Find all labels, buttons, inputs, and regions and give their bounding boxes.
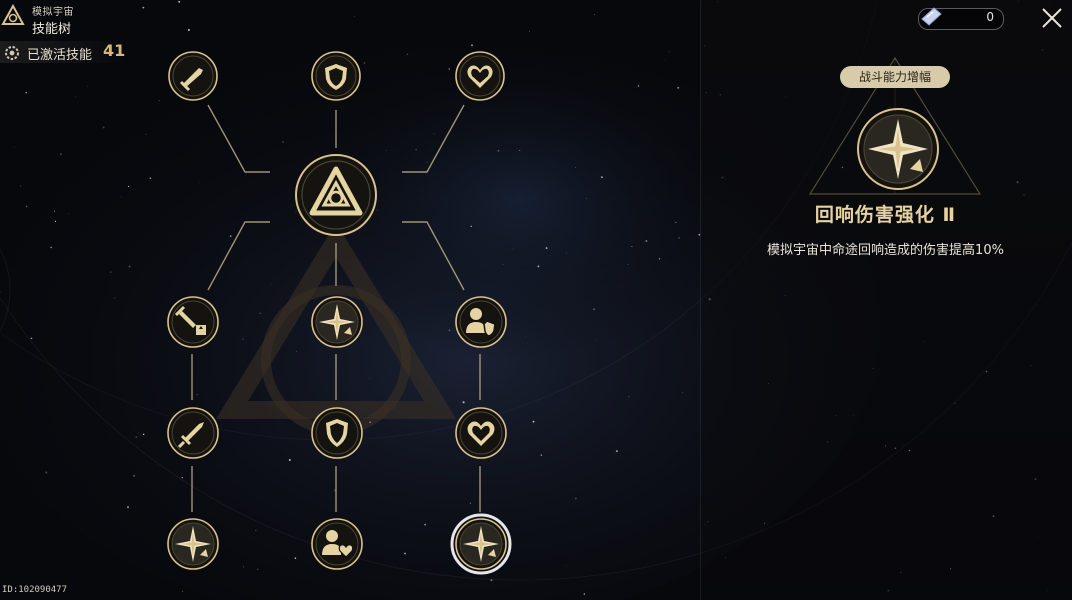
heart-icon [455, 407, 507, 459]
skill-node-person-shield-1[interactable] [454, 295, 508, 349]
page-title: 技能树 [32, 22, 72, 37]
skill-node-heart-2[interactable] [454, 406, 508, 460]
skill-node-shield-top[interactable] [310, 50, 362, 102]
user-id: ID:102090477 [2, 585, 68, 595]
shield-icon [311, 51, 361, 101]
compass-star-icon [311, 296, 363, 348]
skill-node-echo-star-2[interactable] [166, 517, 220, 571]
mode-label: 模拟宇宙 [32, 7, 74, 18]
skill-node-heart-top[interactable] [454, 50, 506, 102]
skill-name: 回响伤害强化 Ⅱ [814, 204, 957, 226]
skill-node-person-heart-1[interactable] [310, 517, 364, 571]
heart-icon [455, 51, 505, 101]
sword-icon [168, 51, 218, 101]
sword-upgrade-icon [167, 296, 219, 348]
sword-icon [167, 407, 219, 459]
skill-node-shield-2[interactable] [310, 406, 364, 460]
gear-skill-icon [5, 46, 19, 60]
currency-amount: 0 [986, 10, 994, 24]
compass-star-icon [450, 513, 512, 575]
activated-skills-label: 已激活技能 [27, 48, 93, 63]
skill-node-sword-top[interactable] [167, 50, 219, 102]
person-heart-icon [311, 518, 363, 570]
skill-node-echo-star-selected[interactable] [450, 513, 512, 575]
skill-description: 模拟宇宙中命途回响造成的伤害提高10% [767, 243, 1004, 258]
triangle-emblem-icon [295, 154, 377, 236]
skill-node-sword-2[interactable] [166, 406, 220, 460]
compass-star-icon [167, 518, 219, 570]
skill-tree-screen: 模拟宇宙 技能树 已激活技能 41 0 战斗能力增幅 回响伤害强化 Ⅱ 模拟宇宙… [0, 0, 1072, 600]
ticket-icon [921, 7, 942, 26]
skill-node-sword-upgrade-1[interactable] [166, 295, 220, 349]
person-shield-icon [455, 296, 507, 348]
skill-node-center-emblem[interactable] [294, 153, 378, 237]
skill-node-echo-star-1[interactable] [310, 295, 364, 349]
activated-skills-count: 41 [103, 41, 126, 60]
close-icon[interactable] [1040, 6, 1064, 30]
skill-category-badge: 战斗能力增幅 [840, 66, 950, 88]
shield-icon [311, 407, 363, 459]
simulated-universe-logo-icon [1, 4, 25, 25]
compass-star-icon [857, 108, 939, 190]
